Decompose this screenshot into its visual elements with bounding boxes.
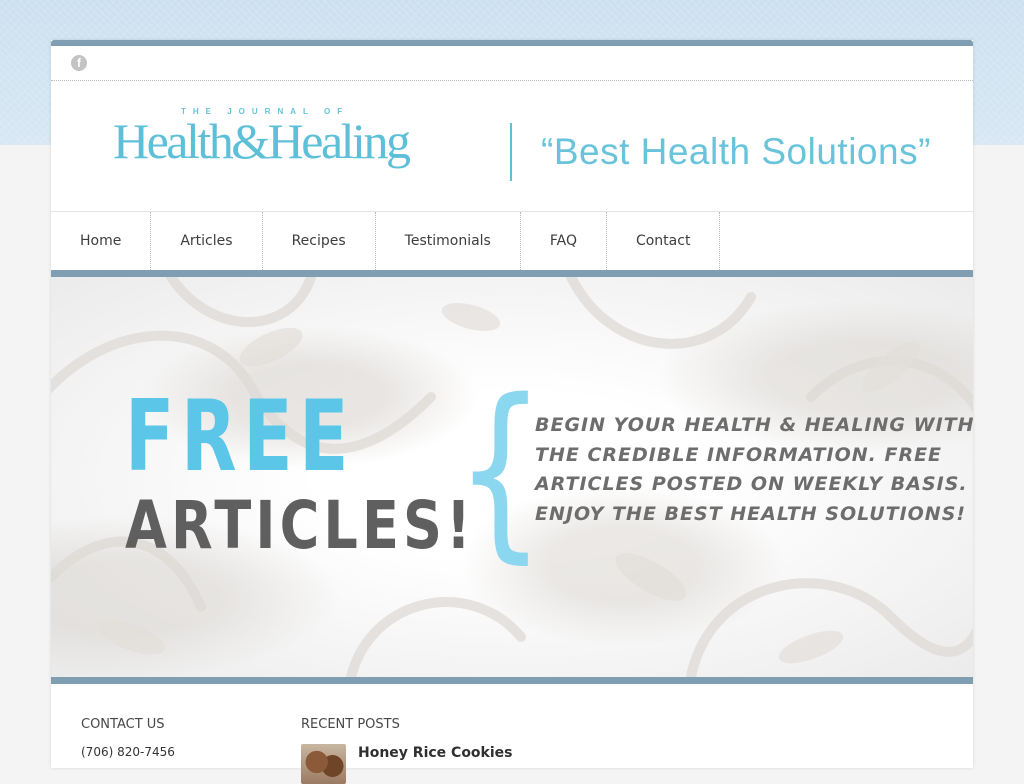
nav-item-contact[interactable]: Contact	[607, 212, 721, 270]
nav-item-home[interactable]: Home	[51, 212, 152, 270]
banner-line: Begin your health & healing with	[535, 414, 973, 436]
main-nav: Home Articles Recipes Testimonials FAQ C…	[51, 212, 973, 277]
nav-item-faq[interactable]: FAQ	[521, 212, 607, 270]
banner-line: Enjoy the best health solutions!	[535, 502, 967, 525]
logo-divider	[510, 123, 512, 181]
hero-banner[interactable]: FREE ARTICLES! { Begin your health & hea…	[51, 277, 973, 684]
site-tagline: “Best Health Solutions”	[541, 131, 931, 172]
nav-item-testimonials[interactable]: Testimonials	[376, 212, 521, 270]
nav-item-articles[interactable]: Articles	[151, 212, 263, 270]
site-wrapper: f THE JOURNAL OF Health&Healing “Best He…	[51, 40, 973, 784]
banner-brace: {	[455, 359, 546, 580]
facebook-icon[interactable]: f	[71, 55, 87, 71]
top-bar: f	[51, 40, 973, 81]
recent-post-link[interactable]: Honey Rice Cookies	[358, 745, 513, 761]
banner-line: the credible information. Free	[535, 443, 943, 466]
post-thumbnail[interactable]	[301, 744, 346, 784]
contact-widget-title: CONTACT US	[81, 717, 165, 732]
banner-line: articles posted on weekly basis.	[535, 473, 968, 495]
banner-headline-articles: ARTICLES!	[125, 487, 475, 564]
nav-item-recipes[interactable]: Recipes	[263, 212, 376, 270]
recent-posts-title: RECENT POSTS	[301, 717, 400, 732]
contact-phone: (706) 820-7456	[81, 745, 175, 759]
logo-title: Health&Healing	[113, 113, 411, 169]
banner-description: Begin your health & healing with the cre…	[535, 411, 973, 529]
site-header: THE JOURNAL OF Health&Healing “Best Heal…	[51, 81, 973, 212]
banner-headline-free: FREE	[125, 380, 356, 494]
